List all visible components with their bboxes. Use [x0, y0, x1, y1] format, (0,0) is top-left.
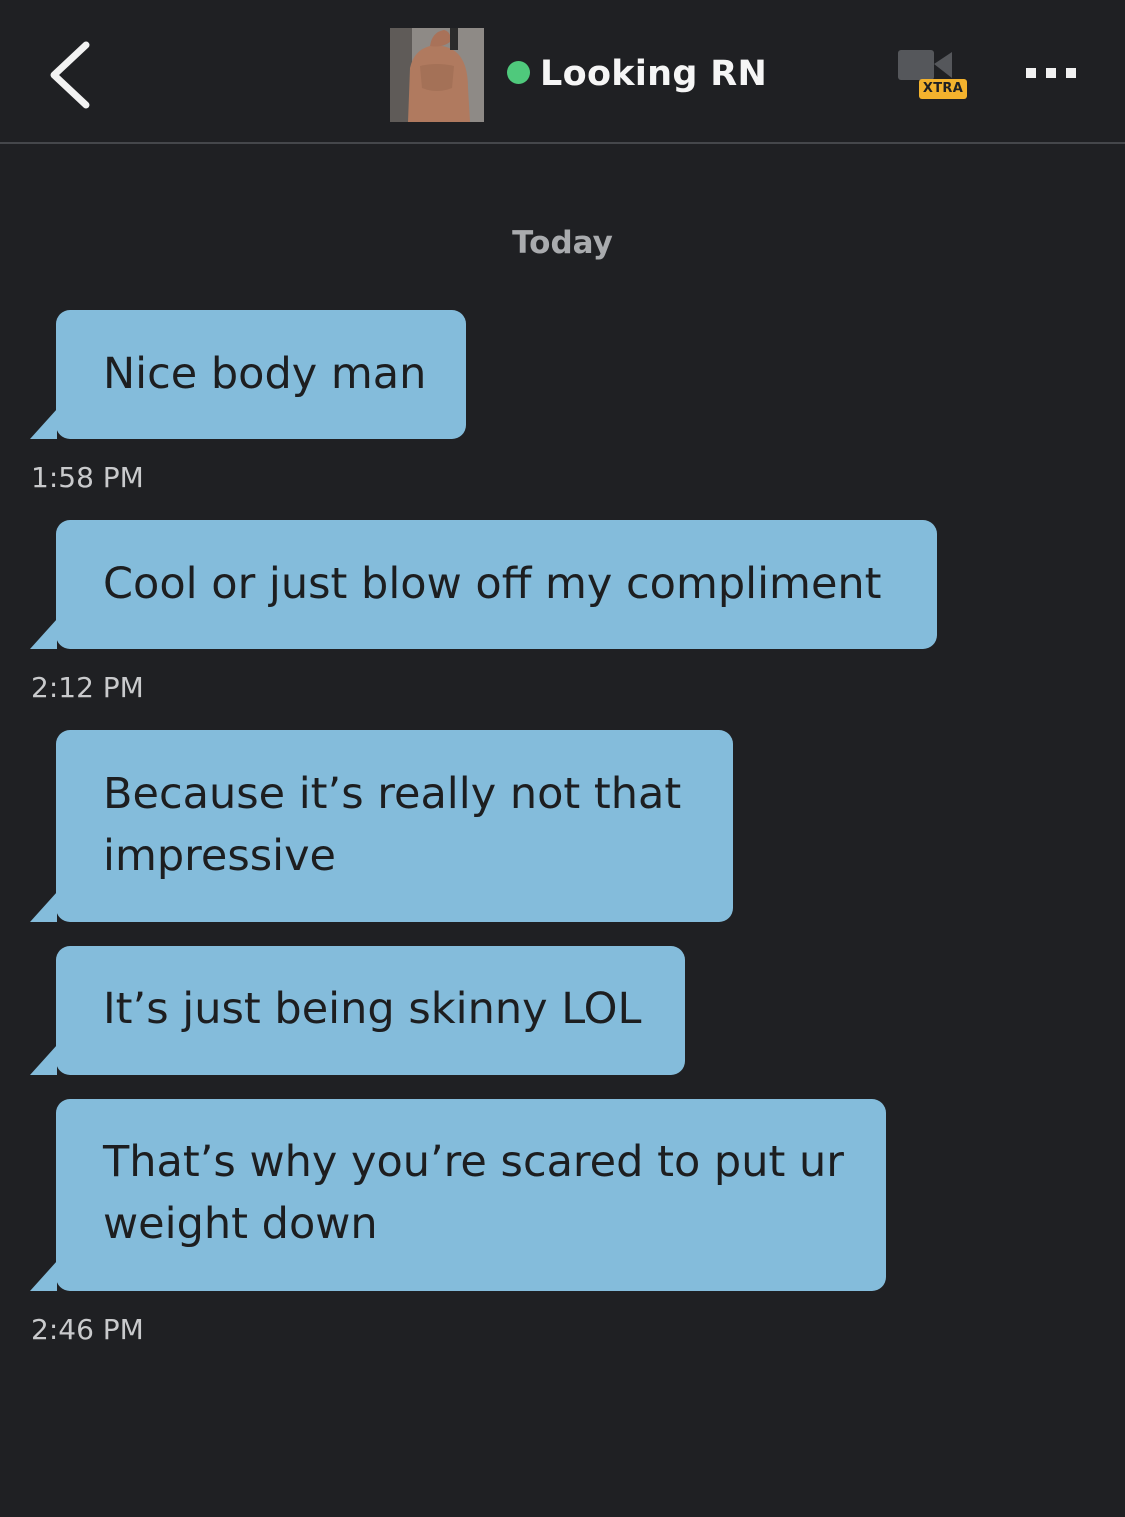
message-text: It’s just being skinny LOL	[103, 984, 642, 1034]
avatar-photo	[390, 28, 484, 122]
profile-name[interactable]: Looking RN	[540, 50, 767, 98]
profile-avatar[interactable]	[390, 28, 484, 122]
bubble-tail	[30, 1261, 57, 1291]
message-bubble[interactable]: Nice body man	[30, 310, 466, 439]
date-separator: Today	[512, 225, 613, 261]
bubble-tail	[30, 619, 57, 649]
xtra-badge: XTRA	[919, 79, 967, 99]
chat-header: Looking RN XTRA	[0, 0, 1125, 144]
message-text: That’s why you’re scared to put ur weigh…	[103, 1137, 844, 1249]
message-bubble[interactable]: Cool or just blow off my compliment	[30, 520, 937, 649]
message-bubble[interactable]: It’s just being skinny LOL	[30, 946, 685, 1075]
online-status-dot	[507, 61, 530, 84]
chevron-left-icon	[50, 41, 90, 109]
more-options-button[interactable]	[1020, 55, 1082, 91]
message-timestamp: 2:46 PM	[31, 1313, 144, 1346]
message-text: Because it’s really not that impressive	[103, 769, 682, 881]
message-timestamp: 1:58 PM	[31, 461, 144, 494]
bubble-tail	[30, 892, 57, 922]
message-timestamp: 2:12 PM	[31, 671, 144, 704]
message-text: Cool or just blow off my compliment	[103, 559, 882, 609]
message-bubble[interactable]: That’s why you’re scared to put ur weigh…	[30, 1099, 886, 1291]
message-bubble[interactable]: Because it’s really not that impressive	[30, 730, 733, 922]
back-button[interactable]	[40, 30, 110, 120]
bubble-tail	[30, 1045, 57, 1075]
bubble-tail	[30, 409, 57, 439]
message-text: Nice body man	[103, 349, 427, 399]
